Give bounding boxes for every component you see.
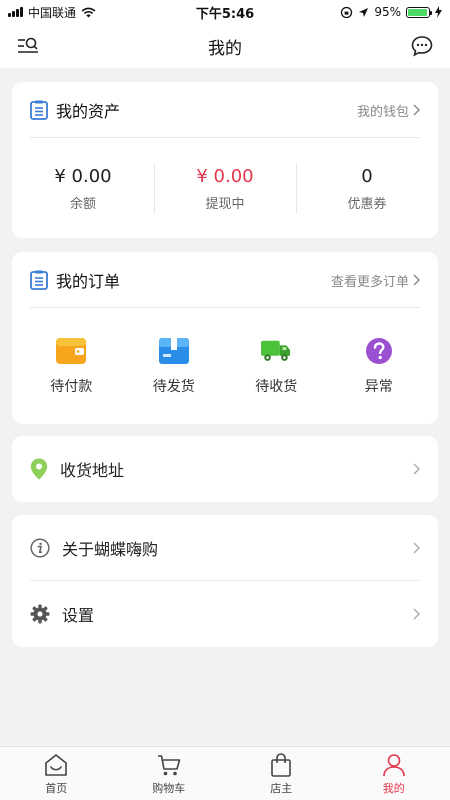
chevron-right-icon	[413, 463, 420, 475]
address-card: 收货地址	[12, 436, 438, 502]
carrier-name: 中国联通	[28, 5, 77, 20]
signal-icon	[8, 7, 23, 17]
battery-fill	[408, 8, 427, 16]
navigation-bar: 我的	[0, 24, 450, 68]
asset-value: ¥ 0.00	[54, 166, 112, 187]
tab-cart[interactable]: 购物车	[113, 747, 226, 800]
about-row[interactable]: 关于蝴蝶嗨购	[12, 515, 438, 581]
address-label: 收货地址	[60, 461, 125, 480]
asset-label: 优惠券	[347, 197, 387, 212]
order-pending-payment[interactable]: 待付款	[20, 336, 123, 396]
more-orders-link[interactable]: 查看更多订单	[331, 271, 420, 290]
order-exception[interactable]: 异常	[328, 336, 431, 396]
tab-shop-owner[interactable]: 店主	[225, 747, 338, 800]
orders-title: 我的订单	[56, 272, 121, 291]
settings-row[interactable]: 设置	[12, 581, 438, 647]
status-bar: 中国联通 下午5:46 95%	[0, 0, 450, 24]
address-row[interactable]: 收货地址	[12, 436, 438, 502]
asset-value: ¥ 0.00	[196, 166, 254, 187]
menu-search-button[interactable]	[16, 34, 40, 58]
chevron-right-icon	[413, 104, 420, 116]
page-title: 我的	[208, 38, 242, 59]
chevron-right-icon	[413, 608, 420, 620]
cart-icon	[157, 754, 181, 775]
chevron-right-icon	[413, 542, 420, 554]
assets-header: 我的资产 我的钱包	[12, 82, 438, 138]
location-pin-icon	[30, 458, 48, 480]
chat-bubble-icon	[411, 36, 433, 57]
tab-label: 购物车	[152, 781, 186, 795]
wallet-link-label: 我的钱包	[356, 104, 409, 120]
home-icon	[45, 753, 68, 776]
status-right: 95%	[292, 5, 442, 19]
location-icon	[359, 7, 369, 17]
orders-header: 我的订单 查看更多订单	[12, 252, 438, 308]
asset-balance[interactable]: ¥ 0.00 余额	[12, 164, 154, 214]
wallet-icon	[56, 338, 87, 364]
order-label: 待发货	[152, 379, 195, 395]
orders-card: 我的订单 查看更多订单 待付款 待发货 待收货 异常	[12, 252, 438, 424]
truck-icon	[261, 340, 291, 361]
assets-row: ¥ 0.00 余额 ¥ 0.00 提现中 0 优惠券	[12, 138, 438, 240]
asset-withdrawing[interactable]: ¥ 0.00 提现中	[154, 164, 296, 214]
messages-button[interactable]	[410, 34, 434, 58]
order-pending-receipt[interactable]: 待收货	[225, 336, 328, 396]
status-time: 下午5:46	[195, 6, 255, 22]
info-card: 关于蝴蝶嗨购 设置	[12, 515, 438, 647]
order-label: 待付款	[50, 379, 93, 395]
tab-mine[interactable]: 我的	[338, 747, 450, 800]
tab-home[interactable]: 首页	[0, 747, 113, 800]
shopping-bag-icon	[271, 752, 292, 777]
asset-label: 余额	[69, 197, 96, 212]
battery-percent: 95%	[374, 5, 401, 19]
gear-icon	[30, 604, 50, 624]
tab-label: 店主	[270, 781, 293, 795]
asset-label: 提现中	[205, 197, 245, 212]
orders-row: 待付款 待发货 待收货 异常	[12, 308, 438, 424]
question-icon	[365, 338, 392, 364]
clipboard-icon	[30, 270, 48, 290]
status-left: 中国联通	[8, 4, 158, 21]
wifi-icon	[81, 7, 96, 17]
about-label: 关于蝴蝶嗨购	[62, 540, 159, 559]
asset-value: 0	[361, 166, 373, 187]
more-orders-label: 查看更多订单	[330, 274, 409, 290]
wallet-link[interactable]: 我的钱包	[357, 101, 420, 120]
clipboard-icon	[30, 100, 48, 120]
rotation-lock-icon	[341, 6, 353, 18]
asset-coupons[interactable]: 0 优惠券	[296, 164, 438, 214]
settings-label: 设置	[62, 606, 95, 625]
assets-title: 我的资产	[56, 102, 121, 121]
info-icon	[30, 538, 50, 558]
order-pending-shipment[interactable]: 待发货	[123, 336, 226, 396]
assets-card: 我的资产 我的钱包 ¥ 0.00 余额 ¥ 0.00 提现中 0 优惠券	[12, 82, 438, 238]
charging-icon	[435, 6, 442, 18]
package-icon	[158, 338, 189, 364]
tab-label: 我的	[382, 781, 405, 795]
person-icon	[382, 753, 405, 776]
chevron-right-icon	[413, 274, 420, 286]
menu-search-icon	[18, 37, 38, 53]
order-label: 待收货	[255, 379, 298, 395]
tab-label: 首页	[45, 781, 68, 795]
battery-icon	[406, 6, 432, 18]
tab-bar: 首页 购物车 店主 我的	[0, 746, 450, 800]
order-label: 异常	[364, 379, 393, 395]
